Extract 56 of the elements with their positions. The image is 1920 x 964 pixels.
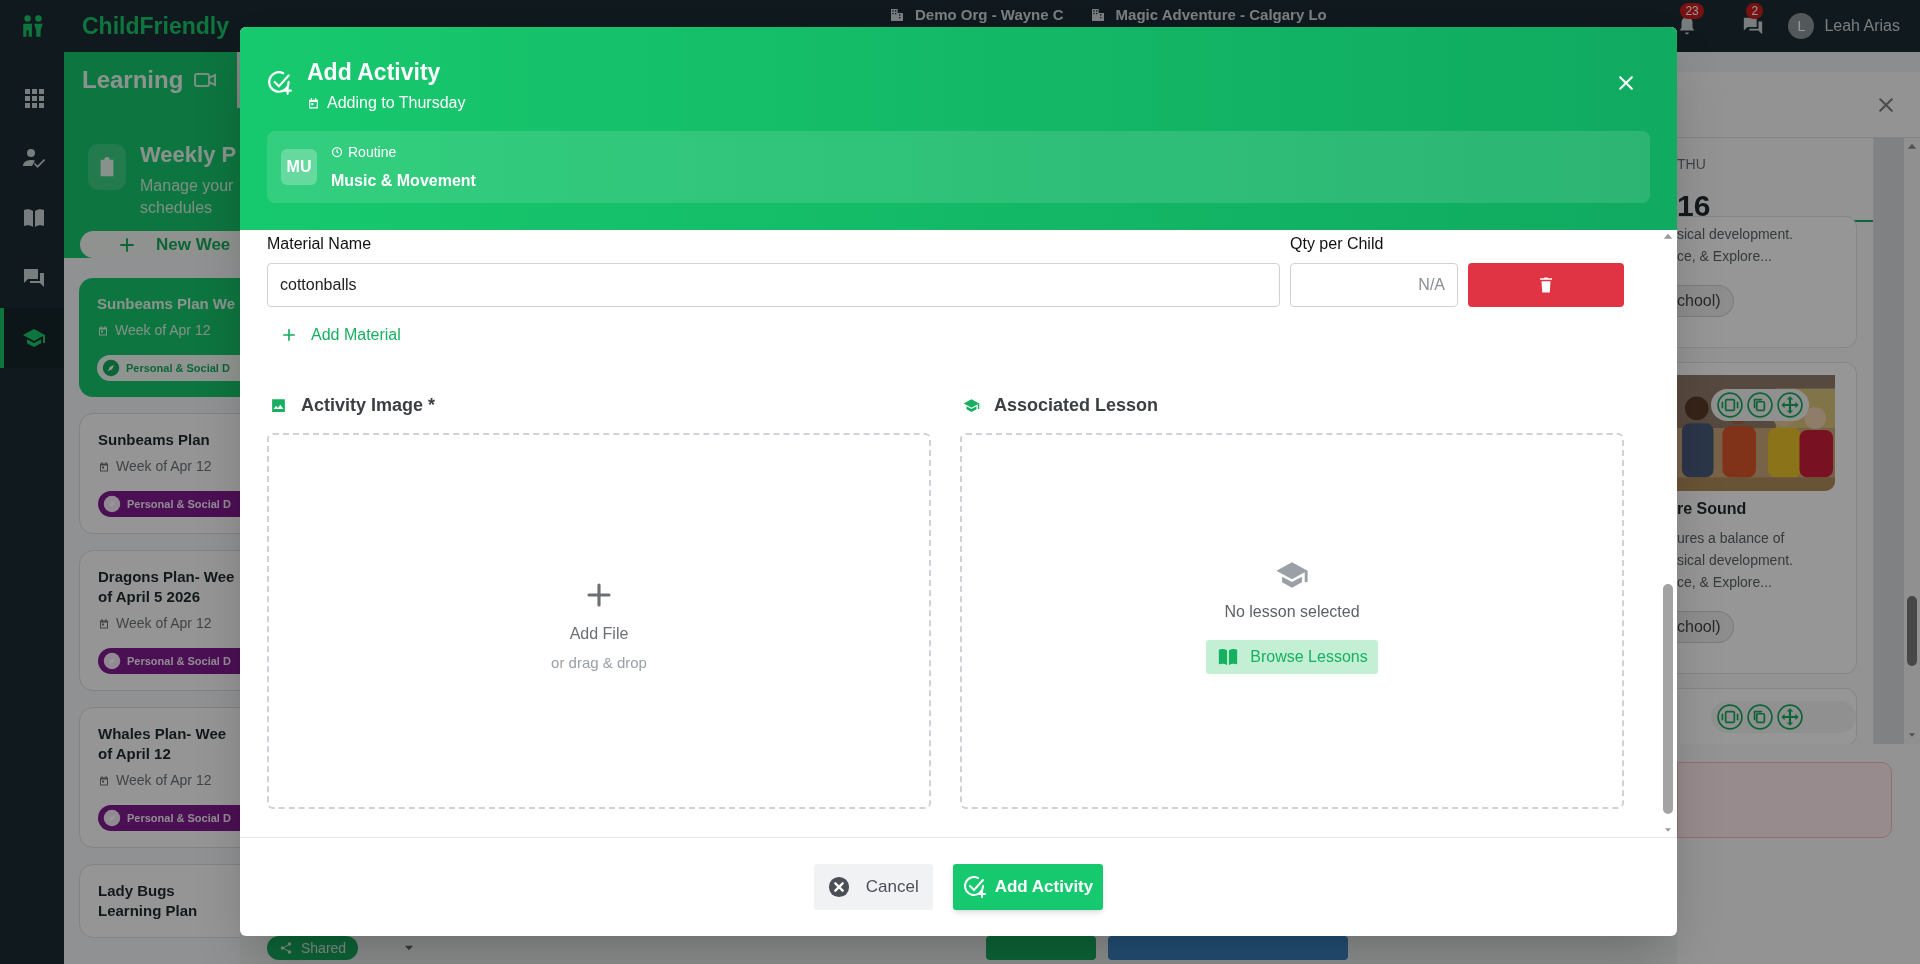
routine-category: Routine xyxy=(348,142,397,162)
count-badge: 2 xyxy=(1746,3,1764,19)
file-drop-zone[interactable]: Add File or drag & drop xyxy=(267,433,931,809)
plan-card[interactable]: Whales Plan- Wee of April 12 Week of Apr 12 Personal & Social D xyxy=(79,707,240,848)
day-label: THU xyxy=(1677,155,1707,174)
user-avatar[interactable]: L xyxy=(1788,13,1815,39)
plan-title: Lady Bugs Learning Plan xyxy=(98,881,199,921)
plan-week: Week of Apr 12 xyxy=(115,321,211,340)
weekly-plans-subtitle: Manage your schedules xyxy=(140,176,235,218)
activity-description: sical development. ce, & Explore... xyxy=(1677,225,1794,266)
dialog-title: Add Activity xyxy=(307,58,442,87)
cancel-button[interactable]: Cancel xyxy=(813,864,933,910)
plan-title: Whales Plan- Wee of April 12 xyxy=(98,724,228,764)
add-activity-button[interactable]: Add Activity xyxy=(952,864,1104,910)
learning-title: Learning xyxy=(82,65,184,95)
routine-initials: MU xyxy=(281,149,317,185)
location-name[interactable]: Magic Adventure - Calgary Lo xyxy=(1115,6,1327,24)
plan-week: Week of Apr 12 xyxy=(116,614,212,633)
plan-week: Week of Apr 12 xyxy=(116,771,212,790)
plan-tag: Personal & Social D xyxy=(98,805,240,831)
routine-name: Music & Movement xyxy=(331,170,476,191)
plan-card[interactable]: Sunbeams Plan We Week of Apr 12 Personal & Social D xyxy=(79,278,240,397)
field-label: Material Name xyxy=(267,234,373,254)
plan-card[interactable]: Sunbeams Plan Week of Apr 12 Personal & Social D xyxy=(79,413,240,534)
activity-card[interactable]: sical development. ce, & Explore... chool) xyxy=(1677,216,1857,348)
plan-card[interactable]: Dragons Plan- Wee of April 5 2026 Week of Apr 12 Personal & Social D xyxy=(79,550,240,691)
dialog-subtitle: Adding to Thursday xyxy=(327,93,466,113)
activity-title: re Sound xyxy=(1677,499,1748,519)
plan-tag: Personal & Social D xyxy=(98,491,240,517)
user-name[interactable]: Leah Arias xyxy=(1824,14,1900,38)
new-week-button[interactable]: New Wee xyxy=(80,231,240,258)
plan-title: Dragons Plan- Wee of April 5 2026 xyxy=(98,567,236,607)
plan-tag: Personal & Social D xyxy=(98,648,240,674)
empty-lesson-text: No lesson selected xyxy=(1224,602,1360,622)
plan-week: Week of Apr 12 xyxy=(116,457,212,476)
plan-title: Sunbeams Plan We xyxy=(97,294,237,314)
activity-card[interactable]: re Sound ures a balance of sical development. ce, & Explore... chool) xyxy=(1677,362,1857,674)
app-logo[interactable]: ChildFriendly xyxy=(82,8,229,44)
material-name-field[interactable]: cottonballs xyxy=(267,263,1280,307)
section-title: Activity Image * xyxy=(301,393,436,417)
org-name[interactable]: Demo Org - Wayne C xyxy=(914,6,1064,24)
field-label: Qty per Child xyxy=(1290,234,1384,254)
weekly-plans-title: Weekly P xyxy=(140,141,237,169)
plan-title: Sunbeams Plan xyxy=(98,430,211,450)
add-file-label: Add File xyxy=(569,623,629,644)
plan-card[interactable]: Lady Bugs Learning Plan xyxy=(79,864,240,938)
activity-tag: chool) xyxy=(1677,611,1734,643)
activity-tag: chool) xyxy=(1677,285,1734,317)
drop-hint: or drag & drop xyxy=(551,652,647,673)
activity-description: ures a balance of sical development. ce, & Explore... xyxy=(1677,529,1794,592)
count-badge: 23 xyxy=(1680,3,1704,19)
section-title: Associated Lesson xyxy=(994,393,1159,417)
plan-tag: Personal & Social D xyxy=(97,355,240,381)
browse-lessons-button[interactable]: Browse Lessons xyxy=(1206,640,1378,674)
quantity-field[interactable]: N/A xyxy=(1290,263,1458,307)
add-material-button[interactable]: Add Material xyxy=(281,323,401,347)
